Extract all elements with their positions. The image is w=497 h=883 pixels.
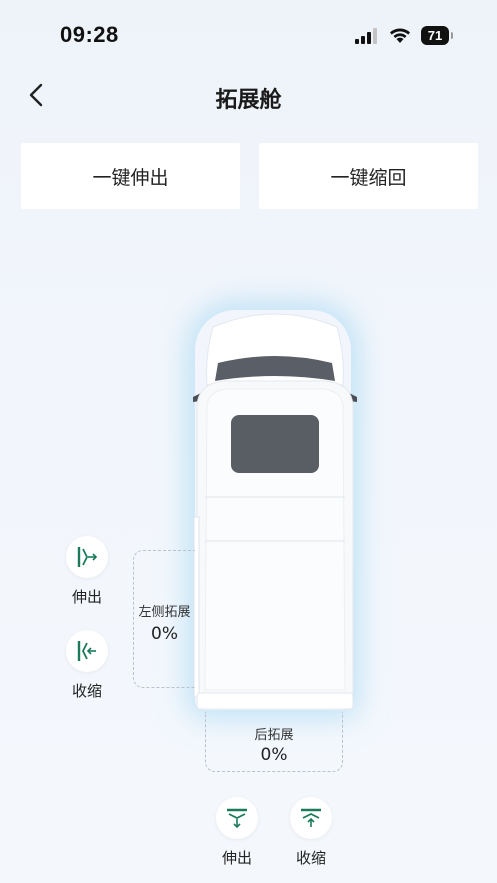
status-bar: 09:28 71 [0, 0, 497, 70]
rear-extend-button[interactable]: 伸出 [207, 797, 267, 868]
back-chevron-icon[interactable] [22, 80, 52, 110]
rear-retract-label: 收缩 [295, 849, 326, 867]
retract-left-icon [77, 641, 96, 661]
extend-rear-icon [227, 808, 247, 829]
rear-expansion-panel: 后拓展 0% [205, 712, 343, 772]
extend-all-button[interactable]: 一键伸出 [21, 143, 240, 209]
vehicle-illustration [185, 305, 365, 720]
left-extend-button[interactable]: 伸出 [57, 536, 117, 607]
left-expansion-panel: 左侧拓展 0% [133, 550, 195, 688]
battery-icon: 71 [421, 26, 453, 45]
rear-retract-button[interactable]: 收缩 [281, 797, 341, 868]
left-extend-label: 伸出 [71, 588, 102, 606]
nav-bar: 拓展舱 [0, 70, 497, 122]
rear-expansion-value: 0% [260, 745, 288, 765]
left-expansion-value: 0% [151, 624, 178, 644]
status-time: 09:28 [60, 22, 119, 47]
retract-rear-icon [301, 808, 321, 827]
retract-all-button[interactable]: 一键缩回 [259, 143, 478, 209]
rear-extend-label: 伸出 [221, 849, 252, 867]
extend-left-icon [77, 547, 98, 567]
rear-expansion-label: 后拓展 [254, 728, 294, 743]
left-retract-label: 收缩 [71, 682, 102, 700]
page-title: 拓展舱 [215, 88, 282, 113]
left-expansion-label: 左侧拓展 [138, 605, 191, 620]
cellular-signal-icon [355, 28, 377, 44]
left-retract-button[interactable]: 收缩 [57, 630, 117, 701]
wifi-icon [390, 28, 410, 43]
